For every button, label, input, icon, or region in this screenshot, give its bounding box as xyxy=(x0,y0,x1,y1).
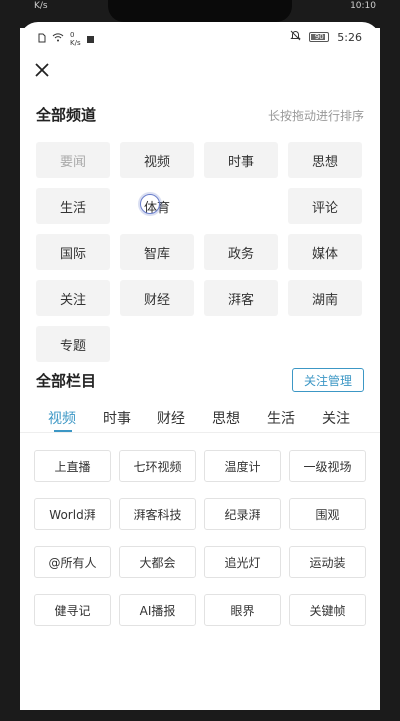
touch-indicator xyxy=(140,194,160,214)
channel-chip[interactable]: 媒体 xyxy=(288,234,362,270)
column-chip[interactable]: 湃客科技 xyxy=(119,498,196,530)
channel-chip[interactable]: 时事 xyxy=(204,142,278,178)
column-tabs: 视频 时事 财经 思想 生活 关注 xyxy=(20,408,380,438)
column-chip[interactable]: 围观 xyxy=(289,498,366,530)
phone-frame-left xyxy=(0,0,20,721)
channel-chip[interactable]: 思想 xyxy=(288,142,362,178)
phone-frame-bottom xyxy=(0,709,400,721)
column-chip[interactable]: 一级视场 xyxy=(289,450,366,482)
column-chip[interactable]: @所有人 xyxy=(34,546,111,578)
column-chip[interactable]: 大都会 xyxy=(119,546,196,578)
phone-notch xyxy=(108,0,292,22)
mute-icon xyxy=(290,30,302,44)
column-chip[interactable]: 关键帧 xyxy=(289,594,366,626)
wifi-icon xyxy=(52,33,64,45)
battery-icon: 90 xyxy=(309,32,330,42)
all-channels-title: 全部频道 xyxy=(36,106,97,124)
sim-icon xyxy=(38,33,46,46)
channel-chip[interactable]: 生活 xyxy=(36,188,110,224)
channel-chip[interactable]: 关注 xyxy=(36,280,110,316)
tab-video[interactable]: 视频 xyxy=(48,408,76,428)
follow-manage-button[interactable]: 关注管理 xyxy=(292,368,364,392)
phone-frame-right xyxy=(380,0,400,721)
tab-finance[interactable]: 财经 xyxy=(157,408,185,428)
channel-chip[interactable]: 评论 xyxy=(288,188,362,224)
status-time: 5:26 xyxy=(337,30,362,44)
tab-life[interactable]: 生活 xyxy=(267,408,295,428)
battery-level: 90 xyxy=(314,33,324,41)
tab-follow[interactable]: 关注 xyxy=(322,408,350,428)
channel-chip[interactable]: 智库 xyxy=(120,234,194,270)
channel-chip[interactable]: 国际 xyxy=(36,234,110,270)
channel-chip[interactable]: 要闻 xyxy=(36,142,110,178)
tab-current-affairs[interactable]: 时事 xyxy=(103,408,131,428)
column-chip[interactable]: 健寻记 xyxy=(34,594,111,626)
column-chip[interactable]: AI播报 xyxy=(119,594,196,626)
channel-chip[interactable]: 湖南 xyxy=(288,280,362,316)
channel-chip-dragging[interactable]: 体育 xyxy=(120,188,194,224)
outer-status-left: K/s xyxy=(34,1,48,11)
notification-icon xyxy=(86,35,94,43)
column-chip[interactable]: 七环视频 xyxy=(119,450,196,482)
net-speed-unit: K/s xyxy=(70,39,81,47)
column-chip[interactable]: 上直播 xyxy=(34,450,111,482)
net-speed-value: 0 xyxy=(70,31,75,39)
close-icon xyxy=(35,63,49,77)
channel-grid: 要闻 视频 时事 思想 生活 体育 评论 国际 智库 政务 媒体 关注 财经 湃… xyxy=(36,142,364,362)
column-chip[interactable]: 纪录湃 xyxy=(204,498,281,530)
channel-chip[interactable]: 专题 xyxy=(36,326,110,362)
column-chip[interactable]: 温度计 xyxy=(204,450,281,482)
tab-thought[interactable]: 思想 xyxy=(212,408,240,428)
column-chip[interactable]: 追光灯 xyxy=(204,546,281,578)
channel-chip[interactable]: 财经 xyxy=(120,280,194,316)
all-columns-title: 全部栏目 xyxy=(36,372,97,390)
column-chip[interactable]: 眼界 xyxy=(204,594,281,626)
column-chip[interactable]: 运动装 xyxy=(289,546,366,578)
tabs-divider xyxy=(20,432,380,433)
outer-status-time: 10:10 xyxy=(350,1,376,11)
column-grid: 上直播 七环视频 温度计 一级视场 World湃 湃客科技 纪录湃 围观 @所有… xyxy=(34,450,366,626)
channel-slot-empty xyxy=(204,188,278,224)
column-chip[interactable]: World湃 xyxy=(34,498,111,530)
channel-chip[interactable]: 湃客 xyxy=(204,280,278,316)
close-button[interactable] xyxy=(30,58,54,82)
sort-hint: 长按拖动进行排序 xyxy=(267,109,364,123)
status-bar: 0 K/s 90 5:26 xyxy=(20,28,380,48)
channel-chip[interactable]: 政务 xyxy=(204,234,278,270)
screen: 0 K/s 90 5:26 全部频道 长按拖动进行排序 要闻 视频 时事 思想 … xyxy=(20,22,380,710)
net-speed: 0 K/s xyxy=(70,31,81,47)
channel-chip[interactable]: 视频 xyxy=(120,142,194,178)
